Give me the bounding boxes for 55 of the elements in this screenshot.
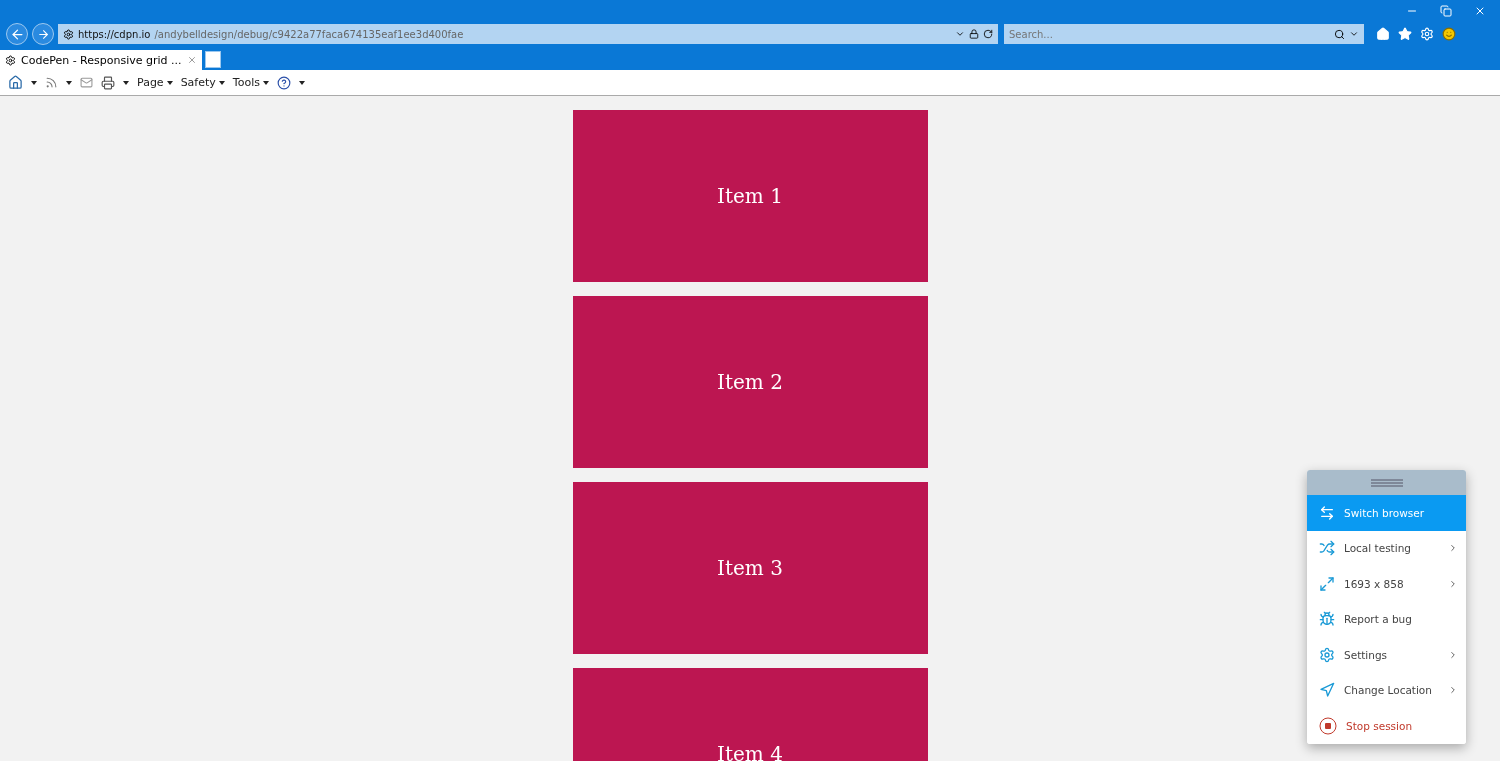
- drag-handle[interactable]: [1307, 470, 1466, 495]
- search-bar[interactable]: Search...: [1004, 24, 1364, 44]
- menu-item[interactable]: Change Location: [1307, 672, 1466, 708]
- forward-button[interactable]: [32, 23, 54, 45]
- feed-icon: [45, 76, 58, 89]
- switch-icon: [1319, 504, 1335, 521]
- lock-icon: [969, 29, 979, 39]
- browser-tab[interactable]: CodePen - Responsive grid ...: [0, 50, 202, 70]
- star-icon: [1398, 27, 1412, 41]
- menu-item[interactable]: Report a bug: [1307, 601, 1466, 637]
- refresh-icon: [983, 29, 993, 39]
- menu-item[interactable]: Settings: [1307, 637, 1466, 673]
- shuffle-icon: [1319, 540, 1335, 557]
- bug-icon: [1319, 611, 1335, 628]
- caret-icon: [31, 80, 37, 85]
- url-path: /andybelldesign/debug/c9422a77faca674135eaf1ee3d400fae: [154, 28, 465, 40]
- help-icon: [276, 75, 291, 90]
- caret-icon: [218, 80, 225, 85]
- dropdown-icon: [1349, 29, 1359, 39]
- caret-icon: [166, 80, 173, 85]
- menu-item[interactable]: 1693 x 858: [1307, 566, 1466, 602]
- home-icon: [1376, 27, 1390, 41]
- resize-icon: [1319, 575, 1335, 592]
- grid-item: Item 3: [572, 482, 928, 654]
- command-menu[interactable]: Safety: [180, 76, 225, 89]
- command-menu[interactable]: Tools: [232, 76, 269, 89]
- search-icon: [1334, 28, 1345, 40]
- url-host: https://cdpn.io: [78, 28, 151, 40]
- back-button[interactable]: [6, 23, 28, 45]
- smiley-icon: [1442, 27, 1456, 41]
- menu-item[interactable]: Local testing: [1307, 530, 1466, 566]
- mail-icon: [80, 76, 93, 89]
- menu-item[interactable]: Stop session: [1307, 708, 1466, 744]
- printer-icon: [101, 75, 115, 90]
- settings-icon: [1420, 27, 1434, 41]
- caret-icon: [66, 80, 72, 85]
- close-icon: [186, 55, 197, 65]
- caret-icon: [262, 80, 269, 85]
- forward-arrow-icon: [36, 27, 50, 41]
- site-icon: [63, 28, 74, 40]
- dropdown-icon: [955, 29, 965, 39]
- search-field[interactable]: Search...: [1009, 28, 1330, 40]
- command-menu[interactable]: Page: [137, 76, 173, 89]
- caret-icon: [298, 80, 305, 85]
- navigation-icon: [1319, 682, 1335, 699]
- settings-icon: [1319, 646, 1335, 663]
- grid-item: Item 2: [572, 296, 928, 468]
- grid-item: Item 1: [572, 110, 928, 282]
- grid-item: Item 4: [572, 668, 928, 761]
- address-field[interactable]: https://cdpn.io /andybelldesign/debug/c9422a77faca674135eaf1ee3d400fae: [58, 24, 998, 44]
- caret-icon: [123, 80, 129, 85]
- site-icon: [5, 54, 16, 66]
- stop-icon: [1319, 716, 1337, 735]
- home-icon: [8, 75, 23, 90]
- new-tab-button[interactable]: [204, 51, 221, 68]
